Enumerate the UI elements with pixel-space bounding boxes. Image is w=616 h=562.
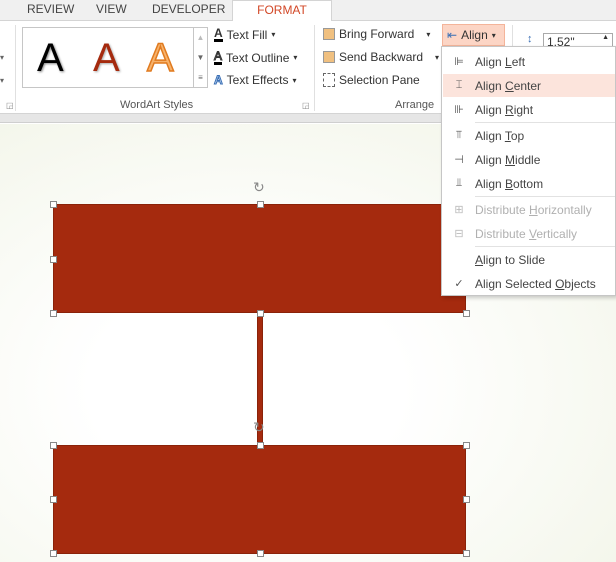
ribbon-tabs: REVIEW VIEW DEVELOPER FORMAT bbox=[0, 0, 616, 22]
resize-handle[interactable] bbox=[50, 550, 57, 557]
menu-item-align-top[interactable]: ⫪ Align Top bbox=[443, 124, 615, 147]
menu-item-distribute-vertically: ⊟ Distribute Vertically bbox=[443, 222, 615, 245]
menu-separator bbox=[475, 246, 615, 247]
shape-height-icon: ↕ bbox=[527, 33, 533, 45]
text-effects-button[interactable]: A Text Effects ▾ bbox=[214, 73, 297, 88]
tab-developer[interactable]: DEVELOPER bbox=[152, 2, 225, 16]
menu-item-label: Align to Slide bbox=[475, 252, 546, 267]
resize-handle[interactable] bbox=[463, 310, 470, 317]
menu-item-label: Distribute Horizontally bbox=[475, 202, 592, 217]
rectangle-shape-bottom[interactable] bbox=[53, 445, 466, 554]
arrange-group-label: Arrange bbox=[395, 99, 435, 111]
bring-forward-button[interactable]: Bring Forward ▾ bbox=[323, 27, 430, 41]
menu-item-label: Align Selected Objects bbox=[475, 276, 596, 291]
check-icon: ✓ bbox=[454, 278, 464, 290]
menu-item-label: Align Middle bbox=[475, 152, 541, 167]
resize-handle[interactable] bbox=[256, 442, 264, 449]
wordart-gallery: A A A ▲ ▼ ≡ bbox=[22, 27, 208, 88]
align-dropdown-menu: ⊫ Align Left ⌶ Align Center ⊪ Align Right ⫪ Ali… bbox=[441, 46, 616, 296]
resize-handle[interactable] bbox=[463, 550, 470, 557]
tab-review[interactable]: REVIEW bbox=[27, 2, 74, 16]
wordart-style-orange[interactable]: A bbox=[146, 35, 174, 81]
menu-item-align-right[interactable]: ⊪ Align Right bbox=[443, 98, 615, 121]
align-center-icon: ⌶ bbox=[455, 79, 463, 91]
wordart-style-red[interactable]: A bbox=[93, 36, 120, 81]
send-backward-button[interactable]: Send Backward ▾ bbox=[323, 50, 439, 64]
menu-item-label: Align Left bbox=[475, 54, 526, 69]
menu-item-label: Align Top bbox=[475, 128, 525, 143]
send-backward-icon bbox=[323, 51, 335, 63]
text-outline-icon: A bbox=[213, 49, 223, 65]
rotate-handle-icon[interactable]: ↻ bbox=[253, 419, 265, 436]
wordart-group-label: WordArt Styles bbox=[120, 99, 194, 111]
menu-item-label: Align Bottom bbox=[475, 176, 544, 191]
menu-item-align-center[interactable]: ⌶ Align Center bbox=[443, 74, 615, 97]
resize-handle[interactable] bbox=[463, 496, 470, 503]
resize-handle[interactable] bbox=[50, 310, 57, 317]
selection-pane-button[interactable]: Selection Pane bbox=[323, 73, 420, 87]
menu-item-align-to-slide[interactable]: Align to Slide bbox=[443, 248, 615, 271]
menu-item-align-bottom[interactable]: ⫫ Align Bottom bbox=[443, 172, 615, 195]
resize-handle[interactable] bbox=[256, 310, 264, 317]
menu-item-distribute-horizontally: ⊞ Distribute Horizontally bbox=[443, 198, 615, 221]
align-icon: ⇤ bbox=[447, 28, 458, 42]
align-top-icon: ⫪ bbox=[455, 129, 463, 141]
gallery-scroll-down[interactable]: ▼ bbox=[193, 48, 207, 68]
rectangle-shape-top[interactable] bbox=[53, 204, 466, 313]
text-outline-button[interactable]: A Text Outline ▾ bbox=[213, 49, 297, 65]
text-fill-button[interactable]: A Text Fill ▾ bbox=[214, 27, 275, 42]
wordart-dialog-launcher-icon[interactable]: ◲ bbox=[302, 101, 310, 110]
dialog-launcher-icon[interactable]: ◲ bbox=[6, 101, 14, 110]
resize-handle[interactable] bbox=[256, 550, 264, 557]
tab-format[interactable]: FORMAT bbox=[232, 0, 332, 22]
menu-separator bbox=[475, 122, 615, 123]
distribute-horizontally-icon: ⊞ bbox=[454, 204, 464, 216]
text-effects-icon: A bbox=[214, 73, 224, 88]
resize-handle[interactable] bbox=[463, 442, 470, 449]
menu-item-align-selected-objects[interactable]: ✓ Align Selected Objects bbox=[443, 272, 615, 295]
distribute-vertically-icon: ⊟ bbox=[454, 228, 464, 240]
wordart-style-black[interactable]: A bbox=[37, 36, 64, 81]
menu-item-label: Align Center bbox=[475, 78, 542, 93]
spin-up-icon[interactable]: ▲ bbox=[602, 34, 609, 41]
resize-handle[interactable] bbox=[50, 201, 57, 208]
resize-handle[interactable] bbox=[50, 442, 57, 449]
gallery-more[interactable]: ≡ bbox=[193, 68, 207, 88]
text-fill-icon: A bbox=[214, 26, 223, 42]
chevron-down-icon[interactable]: ▾ bbox=[0, 53, 4, 62]
menu-item-align-middle[interactable]: ⊣ Align Middle bbox=[443, 148, 615, 171]
bring-forward-icon bbox=[323, 28, 335, 40]
menu-item-label: Distribute Vertically bbox=[475, 226, 578, 241]
align-bottom-icon: ⫫ bbox=[455, 177, 463, 189]
rotate-handle-icon[interactable]: ↻ bbox=[253, 179, 265, 196]
selection-pane-icon bbox=[323, 73, 335, 87]
resize-handle[interactable] bbox=[256, 201, 264, 208]
menu-item-align-left[interactable]: ⊫ Align Left bbox=[443, 50, 615, 73]
resize-handle[interactable] bbox=[50, 255, 57, 263]
align-left-icon: ⊫ bbox=[454, 56, 464, 68]
align-middle-icon: ⊣ bbox=[454, 154, 464, 166]
resize-handle[interactable] bbox=[50, 496, 57, 503]
menu-item-label: Align Right bbox=[475, 102, 534, 117]
gallery-scroll-up[interactable]: ▲ bbox=[193, 28, 207, 48]
menu-separator bbox=[475, 196, 615, 197]
align-button[interactable]: ⇤ Align ▾ bbox=[442, 24, 505, 46]
tab-view[interactable]: VIEW bbox=[96, 2, 127, 16]
align-right-icon: ⊪ bbox=[454, 104, 464, 116]
chevron-down-icon[interactable]: ▾ bbox=[0, 76, 4, 85]
